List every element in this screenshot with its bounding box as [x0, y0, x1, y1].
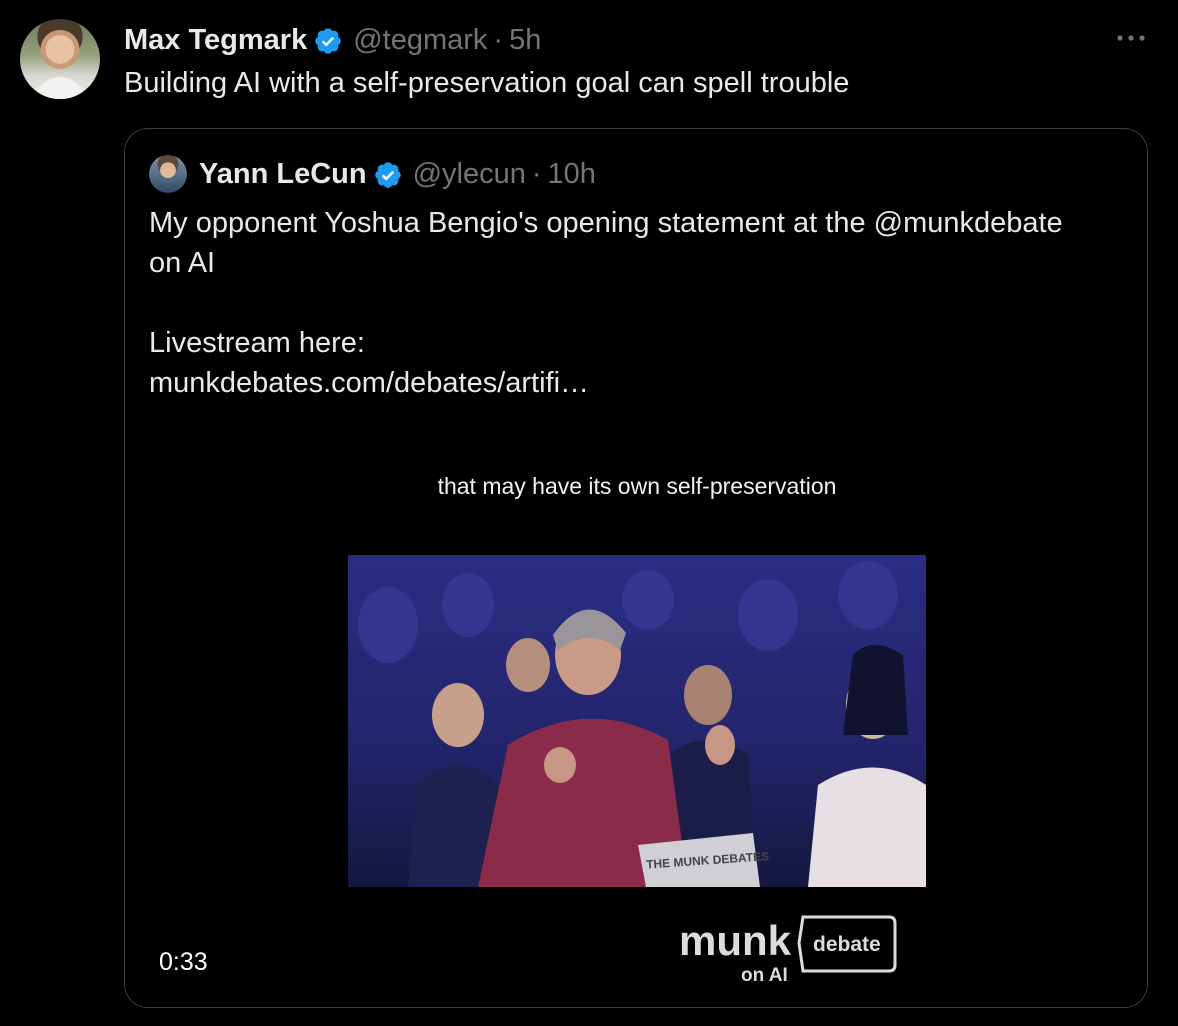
verified-badge-icon	[373, 160, 403, 190]
tweet-text: Building AI with a self-preservation goa…	[124, 67, 850, 99]
logo-sub: on AI	[741, 965, 788, 985]
quoted-tweet-header: Yann LeCun @ylecun · 10h	[199, 155, 596, 193]
more-horizontal-icon[interactable]	[1114, 28, 1148, 48]
avatar-shirt	[34, 77, 86, 99]
quoted-tweet-text: My opponent Yoshua Bengio's opening stat…	[149, 203, 1129, 403]
quoted-tweet-time[interactable]: 10h	[548, 158, 596, 191]
quoted-tweet[interactable]: Yann LeCun @ylecun · 10h My opponent Yos…	[124, 128, 1148, 1008]
quoted-author-name[interactable]: Yann LeCun	[199, 158, 367, 191]
quoted-author-handle[interactable]: @ylecun	[413, 158, 526, 191]
author-avatar[interactable]	[20, 19, 100, 99]
logo-word: munk	[679, 917, 792, 964]
author-handle[interactable]: @tegmark	[353, 24, 487, 57]
quoted-text-line: Livestream here:	[149, 327, 365, 359]
video-duration: 0:33	[157, 946, 210, 979]
quoted-author-avatar[interactable]	[149, 155, 187, 193]
quoted-text-line: My opponent Yoshua Bengio's opening stat…	[149, 207, 1063, 239]
logo-badge: debate	[813, 933, 881, 956]
munk-debate-logo: munk debate on AI	[679, 915, 899, 986]
video-frame[interactable]: THE MUNK DEBATES	[348, 555, 926, 887]
quoted-text-line	[149, 283, 1129, 323]
tweet-header: Max Tegmark @tegmark · 5h	[124, 21, 541, 59]
separator-dot: ·	[531, 157, 542, 190]
quoted-text-line: on AI	[149, 247, 216, 279]
debate-stage-image: THE MUNK DEBATES	[348, 555, 926, 887]
tweet-time[interactable]: 5h	[509, 24, 541, 57]
separator-dot: ·	[493, 23, 504, 56]
tweet[interactable]: Max Tegmark @tegmark · 5h Building AI wi…	[0, 0, 1178, 1026]
author-name[interactable]: Max Tegmark	[124, 24, 307, 57]
video-caption: that may have its own self-preservation	[437, 473, 837, 499]
verified-badge-icon	[313, 26, 343, 56]
livestream-link[interactable]: munkdebates.com/debates/artifi…	[149, 363, 1129, 403]
video-player[interactable]: that may have its own self-preservation	[125, 433, 1147, 1007]
